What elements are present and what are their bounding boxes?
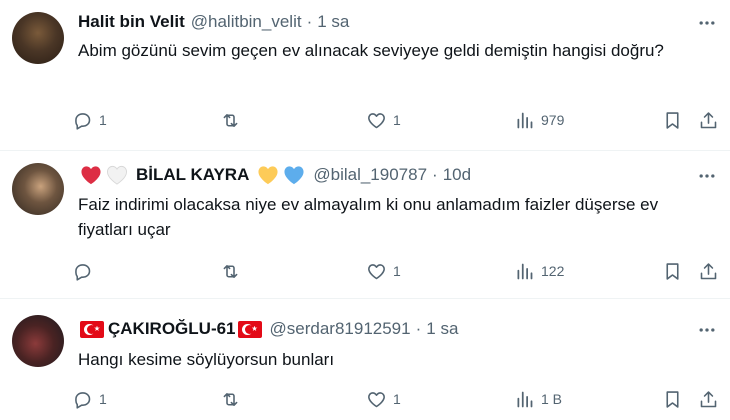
reply-button[interactable] <box>72 259 99 283</box>
tweet-text: Abim gözünü sevim geçen ev alınacak sevi… <box>78 41 664 60</box>
display-name[interactable]: Halit bin Velit <box>78 12 185 32</box>
views-button[interactable]: 1 B <box>514 387 562 411</box>
view-count: 1 B <box>541 391 563 407</box>
reply-icon <box>75 112 91 130</box>
retweet-icon <box>223 113 238 127</box>
avatar[interactable] <box>12 315 64 367</box>
turkey-flag-icon <box>237 320 262 338</box>
tweet-text: Faiz indirimi olacaksa niye ev almayalım… <box>78 195 659 239</box>
user-handle[interactable]: @bilal_190787 <box>313 165 427 185</box>
avatar[interactable] <box>12 163 64 215</box>
view-count: 979 <box>541 112 565 128</box>
like-count: 1 <box>393 391 401 407</box>
user-handle[interactable]: @serdar81912591 <box>270 319 411 339</box>
more-options-icon[interactable] <box>696 165 718 187</box>
bookmark-button[interactable] <box>662 259 683 283</box>
like-button[interactable]: 1 <box>366 387 401 411</box>
bookmark-icon <box>666 390 679 408</box>
share-button[interactable] <box>698 108 719 132</box>
separator-dot: · <box>415 319 422 338</box>
bookmark-icon <box>666 262 679 280</box>
tweet-text: Hangı kesime söylüyorsun bunları <box>78 350 335 369</box>
retweet-icon <box>223 264 238 278</box>
retweet-button[interactable] <box>220 108 247 132</box>
tweet-header: Halit bin Velit @halitbin_velit · 1 sa <box>78 10 349 34</box>
action-bar: 1 122 <box>72 259 722 283</box>
views-icon <box>517 112 533 128</box>
reply-feed: Halit bin Velit @halitbin_velit · 1 sa A… <box>0 0 730 420</box>
like-count: 1 <box>393 112 401 128</box>
action-bar: 1 1 979 <box>72 108 722 132</box>
display-name[interactable]: BİLAL KAYRA <box>136 165 249 185</box>
like-button[interactable]: 1 <box>366 108 401 132</box>
retweet-button[interactable] <box>220 259 247 283</box>
bookmark-button[interactable] <box>662 108 683 132</box>
retweet-icon <box>223 392 238 406</box>
white-heart-icon <box>106 165 128 185</box>
reply-count: 1 <box>99 112 107 128</box>
share-icon <box>700 262 717 279</box>
user-handle[interactable]: @halitbin_velit <box>191 12 302 32</box>
view-count: 122 <box>541 263 565 279</box>
tweet-header: ÇAKIROĞLU-61 @serdar81912591 · 1 sa <box>78 317 458 341</box>
timestamp[interactable]: 1 sa <box>317 12 349 32</box>
tweet[interactable]: Halit bin Velit @halitbin_velit · 1 sa A… <box>0 0 730 150</box>
avatar[interactable] <box>12 12 64 64</box>
display-name[interactable]: ÇAKIROĞLU-61 <box>108 319 236 339</box>
turkey-flag-icon <box>80 320 104 338</box>
tweet[interactable]: ÇAKIROĞLU-61 @serdar81912591 · 1 sa Hang… <box>0 299 730 420</box>
views-button[interactable]: 122 <box>514 259 564 283</box>
reply-count: 1 <box>99 391 107 407</box>
heart-icon <box>368 263 385 279</box>
views-icon <box>517 391 533 407</box>
separator-dot: · <box>432 165 438 184</box>
bookmark-button[interactable] <box>662 387 683 411</box>
like-count: 1 <box>393 263 401 279</box>
share-icon <box>700 390 717 407</box>
reply-button[interactable]: 1 <box>72 387 107 411</box>
share-button[interactable] <box>698 387 719 411</box>
yellow-heart-icon <box>257 165 279 185</box>
timestamp[interactable]: 10d <box>443 165 471 185</box>
reply-icon <box>75 263 91 281</box>
like-button[interactable]: 1 <box>366 259 401 283</box>
more-options-icon[interactable] <box>696 319 718 341</box>
tweet-header: BİLAL KAYRA @bilal_190787 · 10d <box>78 163 471 187</box>
views-icon <box>517 263 533 279</box>
retweet-button[interactable] <box>220 387 247 411</box>
separator-dot: · <box>306 12 313 31</box>
action-bar: 1 1 1 B <box>72 387 722 411</box>
more-options-icon[interactable] <box>696 12 718 34</box>
share-button[interactable] <box>698 259 719 283</box>
heart-icon <box>368 112 385 128</box>
timestamp[interactable]: 1 sa <box>426 319 458 339</box>
heart-icon <box>368 391 385 407</box>
blue-heart-icon <box>283 165 305 185</box>
views-button[interactable]: 979 <box>514 108 564 132</box>
red-heart-icon <box>80 165 102 185</box>
share-icon <box>700 111 717 128</box>
reply-button[interactable]: 1 <box>72 108 107 132</box>
bookmark-icon <box>666 111 679 129</box>
reply-icon <box>75 391 91 409</box>
tweet[interactable]: BİLAL KAYRA @bilal_190787 · 10d Faiz ind… <box>0 151 730 298</box>
